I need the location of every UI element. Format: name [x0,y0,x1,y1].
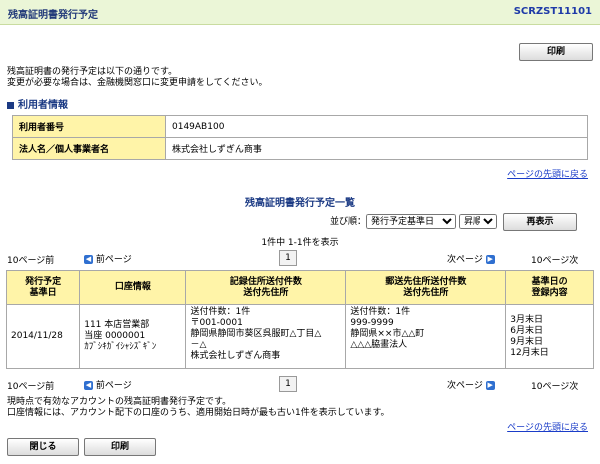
to-top-link[interactable]: ページの先頭に戻る [507,167,588,180]
user-number-value: 0149AB100 [165,115,588,138]
next-10-pages-link[interactable]: 10ページ次 [531,253,578,266]
table-row: 利用者番号 0149AB100 [12,115,588,138]
prev-page-link[interactable]: ◀ 前ページ [84,252,132,265]
row-date: 2014/11/28 [5,304,81,369]
result-count: 1件中 1-1件を表示 [261,238,339,248]
square-bullet-icon [7,101,14,109]
user-info-header: 利用者情報 [7,96,68,111]
user-info-table: 利用者番号 0149AB100 法人名／個人事業者名 株式会社しずぎん商事 [12,115,588,160]
col-record-address-header: 記録住所送付件数 送付先住所 [185,270,347,305]
arrow-left-icon: ◀ [84,255,93,264]
title-bar: 残高証明書発行予定 SCRZST11101 [0,0,600,25]
to-top-link-bottom[interactable]: ページの先頭に戻る [507,420,588,433]
redisplay-button[interactable]: 再表示 [503,213,577,231]
company-name-value: 株式会社しずぎん商事 [165,137,588,160]
col-registration-header: 基準日の 登録内容 [505,270,594,305]
page-number[interactable]: 1 [279,250,297,266]
prev-10-pages-link-bottom[interactable]: 10ページ前 [7,379,54,392]
arrow-right-icon: ▶ [485,255,495,264]
sort-field-select[interactable]: 発行予定基準日 [366,214,456,229]
table-row: 2014/11/28 111 本店営業部 当座 0000001 ｶﾌﾞｼｷｶﾞｲ… [5,304,594,369]
prev-10-pages-link[interactable]: 10ページ前 [7,253,54,266]
page-title: 残高証明書発行予定 [8,10,98,21]
sort-label: 並び順： [330,217,367,227]
col-account-header: 口座情報 [79,270,187,305]
schedule-table: 発行予定 基準日 口座情報 記録住所送付件数 送付先住所 郵送先住所送付件数 送… [5,270,594,369]
screen-id: SCRZST11101 [513,6,592,17]
prev-page-link-bottom[interactable]: ◀ 前ページ [84,378,132,391]
arrow-right-icon: ▶ [485,381,495,390]
row-mail-address: 送付件数：1件 999-9999 静岡県××市△△町 △△△脇畫法人 [345,304,507,369]
intro-text: 残高証明書の発行予定は以下の通りです。 変更が必要な場合は、金融機関窓口に変更申… [7,67,268,88]
table-header-row: 発行予定 基準日 口座情報 記録住所送付件数 送付先住所 郵送先住所送付件数 送… [5,270,594,305]
arrow-left-icon: ◀ [84,381,93,390]
list-title: 残高証明書発行予定一覧 [245,198,355,209]
next-10-pages-link-bottom[interactable]: 10ページ次 [531,379,578,392]
col-date-header: 発行予定 基準日 [5,270,81,305]
user-number-label: 利用者番号 [12,115,166,138]
row-account: 111 本店営業部 当座 0000001 ｶﾌﾞｼｷｶﾞｲｼｬｼｽﾞｷﾞﾝ [79,304,187,369]
col-mail-address-header: 郵送先住所送付件数 送付先住所 [345,270,507,305]
table-row: 法人名／個人事業者名 株式会社しずぎん商事 [12,137,588,160]
print-button[interactable]: 印刷 [519,43,593,61]
row-record-address: 送付件数：1件 〒001-0001 静岡県静岡市葵区呉服町△丁目△ －△ 株式会… [185,304,347,369]
print-button-bottom[interactable]: 印刷 [84,438,156,456]
next-page-link-bottom[interactable]: 次ページ ▶ [447,378,495,391]
page-number-bottom[interactable]: 1 [279,376,297,392]
next-page-link[interactable]: 次ページ ▶ [447,252,495,265]
close-button[interactable]: 閉じる [7,438,79,456]
sort-order-select[interactable]: 昇順 [459,214,497,229]
row-registration: 3月末日 6月末日 9月末日 12月末日 [505,304,594,369]
footnote-text: 現時点で有効なアカウントの残高証明書発行予定です。 口座情報には、アカウント配下… [7,397,390,418]
company-name-label: 法人名／個人事業者名 [12,137,166,160]
